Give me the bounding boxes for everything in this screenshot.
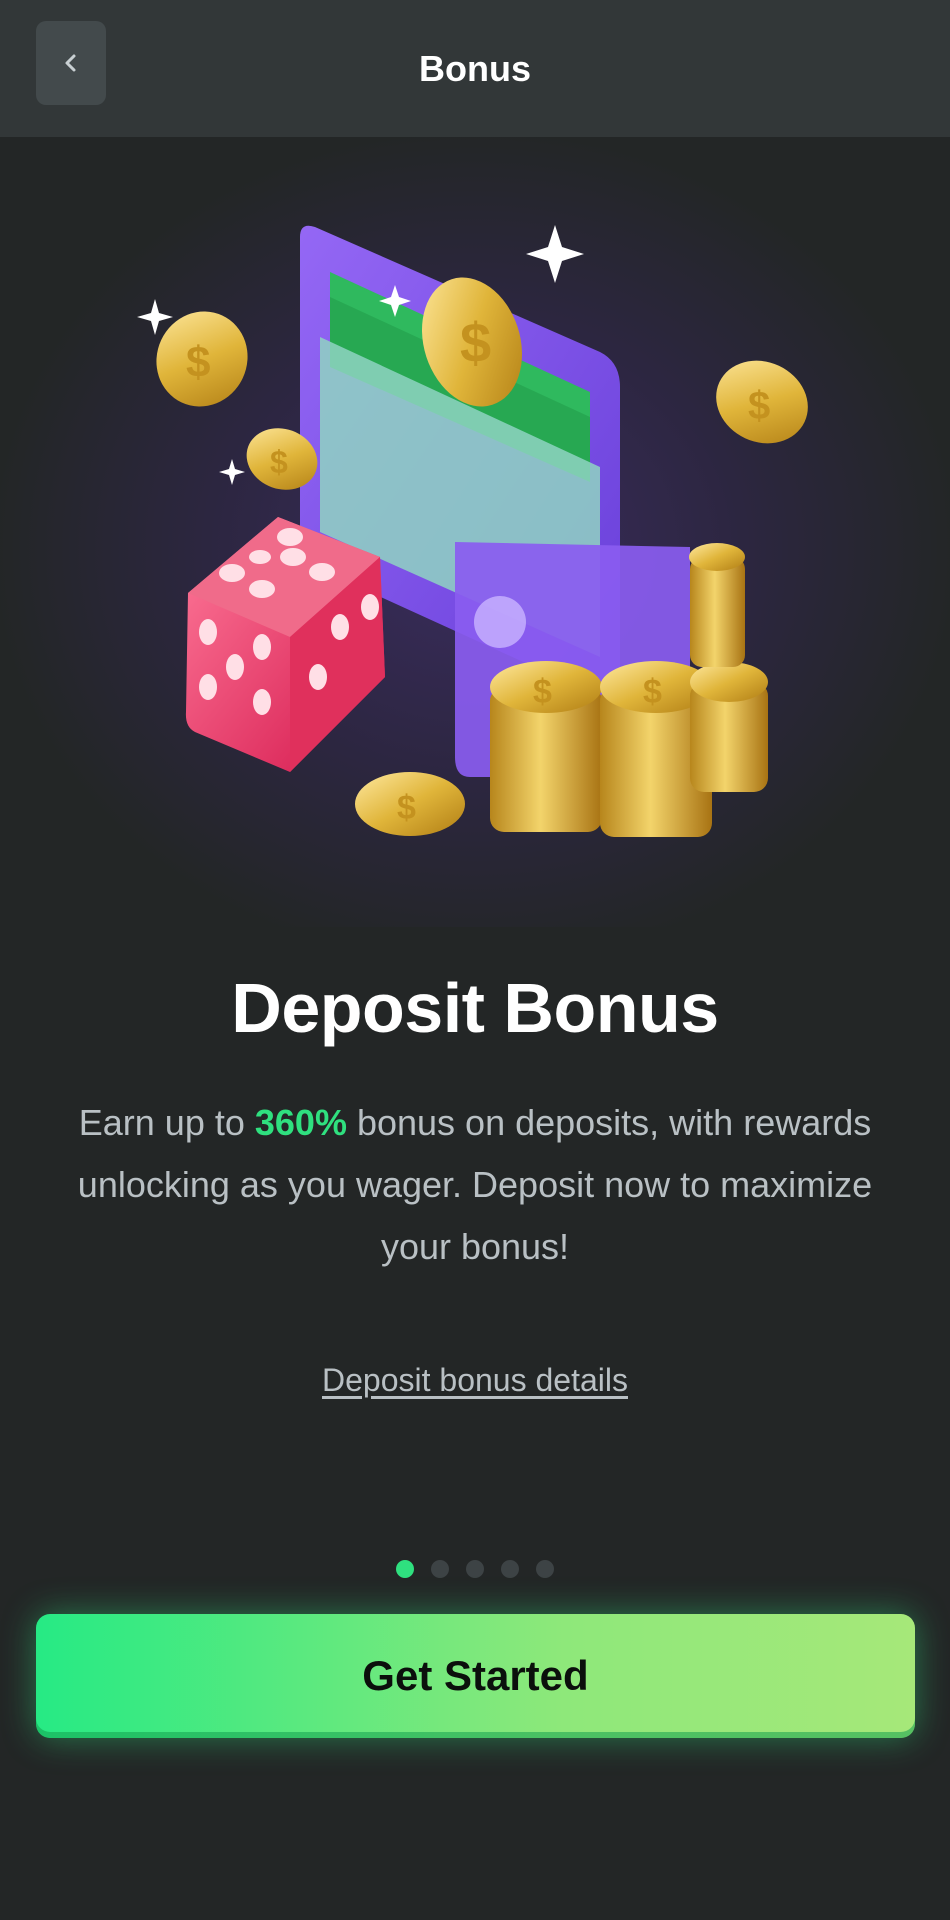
back-button[interactable]: [36, 21, 106, 105]
wallet-coins-dice-illustration: $ $ $ $ $ $ $: [137, 225, 808, 837]
top-bar: Bonus: [0, 0, 950, 137]
pagination-dot[interactable]: [536, 1560, 554, 1578]
bonus-illustration: $ $ $ $ $ $ $: [0, 137, 950, 927]
svg-text:$: $: [186, 338, 210, 387]
svg-text:$: $: [270, 444, 288, 480]
pagination-dot[interactable]: [431, 1560, 449, 1578]
bonus-title: Deposit Bonus: [231, 969, 719, 1047]
pagination-dot[interactable]: [501, 1560, 519, 1578]
pagination-dot[interactable]: [466, 1560, 484, 1578]
deposit-bonus-details-link[interactable]: Deposit bonus details: [322, 1362, 628, 1398]
bonus-percentage: 360%: [254, 1102, 347, 1143]
pagination-dots: [0, 1560, 950, 1578]
get-started-button[interactable]: Get Started: [36, 1614, 915, 1738]
get-started-label: Get Started: [362, 1652, 589, 1699]
details-link-row: Deposit bonus details: [0, 1362, 950, 1399]
svg-text:$: $: [533, 673, 552, 711]
svg-text:$: $: [460, 311, 491, 374]
pagination-dot[interactable]: [396, 1560, 414, 1578]
bonus-description: Earn up to 360% bonus on deposits, with …: [55, 1092, 895, 1278]
svg-text:$: $: [397, 789, 416, 827]
svg-text:$: $: [748, 384, 770, 428]
chevron-left-icon: [65, 54, 76, 72]
svg-text:$: $: [643, 673, 662, 711]
description-prefix: Earn up to: [78, 1102, 255, 1143]
page-title: Bonus: [419, 47, 531, 89]
